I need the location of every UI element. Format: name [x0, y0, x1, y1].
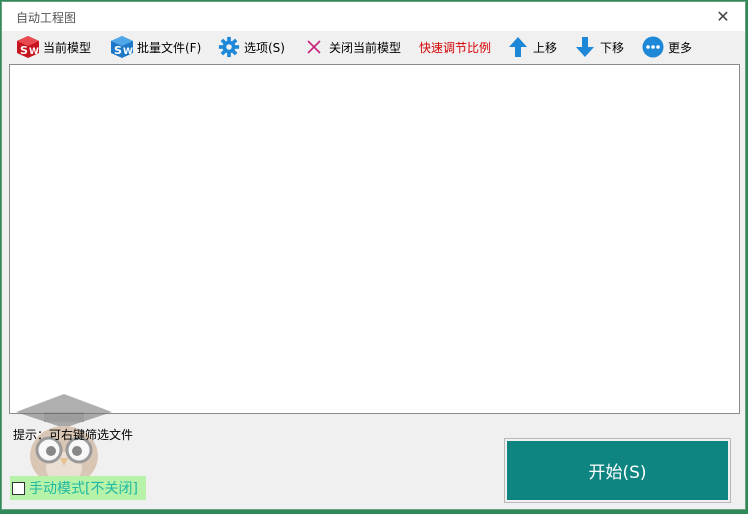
toolbar: S W 当前模型 S W 批量文件(F) 选项(S) 关闭当前模型 快速调节比例…: [2, 32, 745, 62]
close-window-button[interactable]: ✕: [701, 2, 745, 31]
start-button[interactable]: 开始(S): [507, 441, 728, 500]
current-model-label: 当前模型: [43, 40, 92, 55]
move-down-label: 下移: [600, 40, 625, 55]
hint-text: 提示：可右键筛选文件: [13, 428, 134, 442]
solidworks-red-icon: S W: [16, 35, 40, 59]
solidworks-blue-icon: S W: [110, 35, 134, 59]
manual-mode-checkbox[interactable]: [12, 481, 25, 495]
quick-scale-button[interactable]: 快速调节比例: [419, 32, 491, 62]
close-current-model-label: 关闭当前模型: [329, 40, 402, 55]
svg-text:W: W: [29, 47, 39, 57]
options-label: 选项(S): [244, 40, 285, 55]
current-model-button[interactable]: S W 当前模型: [16, 32, 91, 62]
start-button-frame: 开始(S): [504, 438, 731, 503]
arrow-down-icon: [573, 35, 597, 59]
gear-icon: [217, 35, 241, 59]
svg-text:S: S: [20, 44, 28, 57]
close-x-icon: [302, 35, 326, 59]
close-current-model-button[interactable]: 关闭当前模型: [302, 32, 401, 62]
batch-files-button[interactable]: S W 批量文件(F): [110, 32, 201, 62]
quick-scale-label: 快速调节比例: [419, 40, 492, 55]
batch-files-label: 批量文件(F): [137, 40, 202, 55]
title-bar: 自动工程图 ✕: [2, 2, 745, 31]
move-up-label: 上移: [533, 40, 558, 55]
app-window: 自动工程图 ✕ S W 当前模型 S W 批量文件(F) 选项(S) 关闭当前模…: [1, 1, 746, 510]
more-label: 更多: [668, 40, 693, 55]
file-list-area[interactable]: [9, 64, 740, 414]
svg-text:W: W: [123, 47, 133, 57]
options-button[interactable]: 选项(S): [217, 32, 285, 62]
more-button[interactable]: 更多: [641, 32, 692, 62]
move-up-button[interactable]: 上移: [506, 32, 557, 62]
more-dots-icon: [641, 35, 665, 59]
manual-mode-option[interactable]: 手动模式[不关闭]: [10, 476, 146, 500]
svg-text:S: S: [114, 44, 122, 57]
move-down-button[interactable]: 下移: [573, 32, 624, 62]
manual-mode-label: 手动模式[不关闭]: [29, 481, 138, 497]
arrow-up-icon: [506, 35, 530, 59]
window-title: 自动工程图: [16, 11, 77, 25]
